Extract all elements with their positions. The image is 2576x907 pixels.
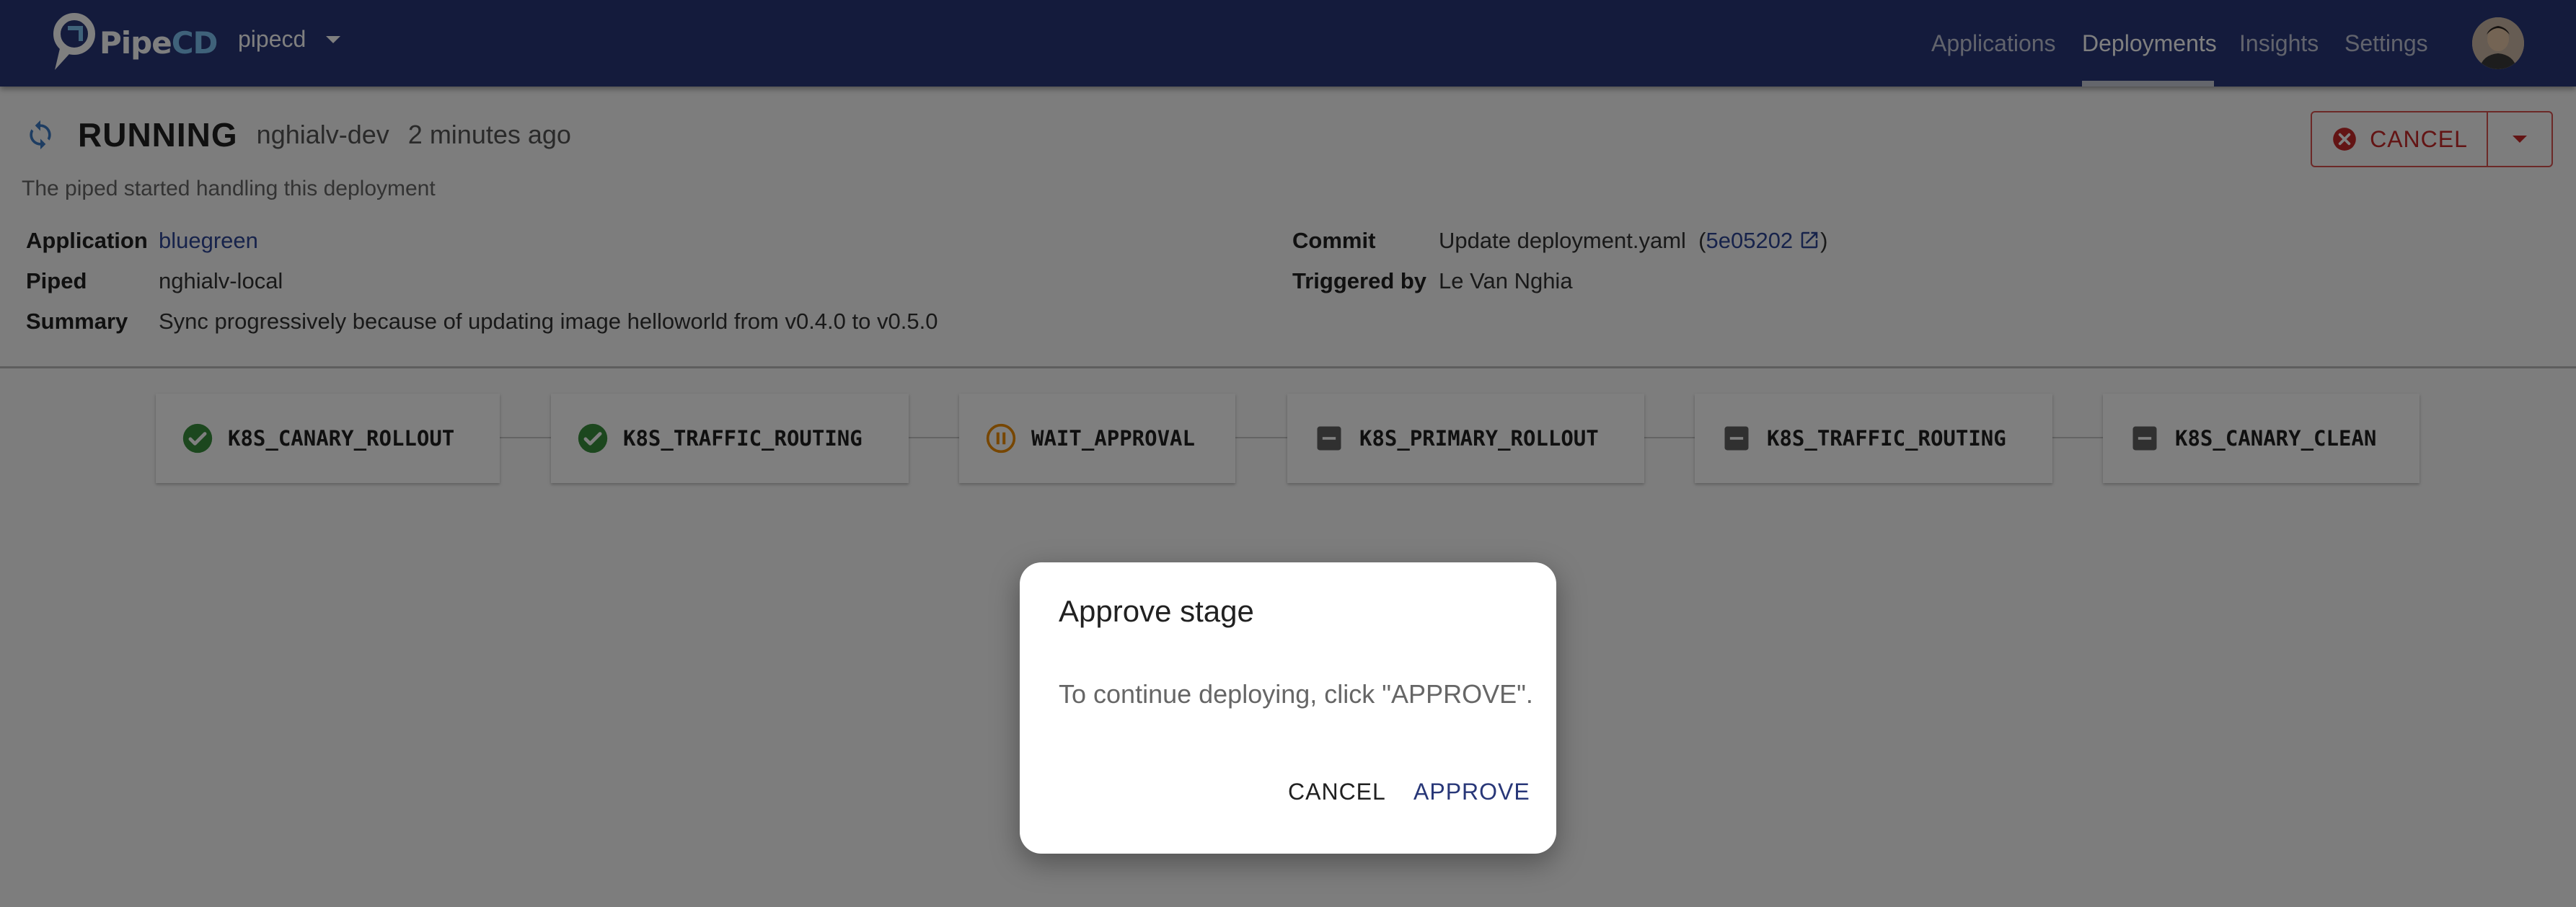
dialog-cancel-button[interactable]: CANCEL [1288,779,1386,805]
approve-stage-dialog: Approve stage To continue deploying, cli… [1020,562,1556,854]
dialog-approve-button[interactable]: APPROVE [1413,779,1530,805]
dialog-message: To continue deploying, click "APPROVE". [1059,679,1533,709]
dialog-title: Approve stage [1059,594,1254,628]
